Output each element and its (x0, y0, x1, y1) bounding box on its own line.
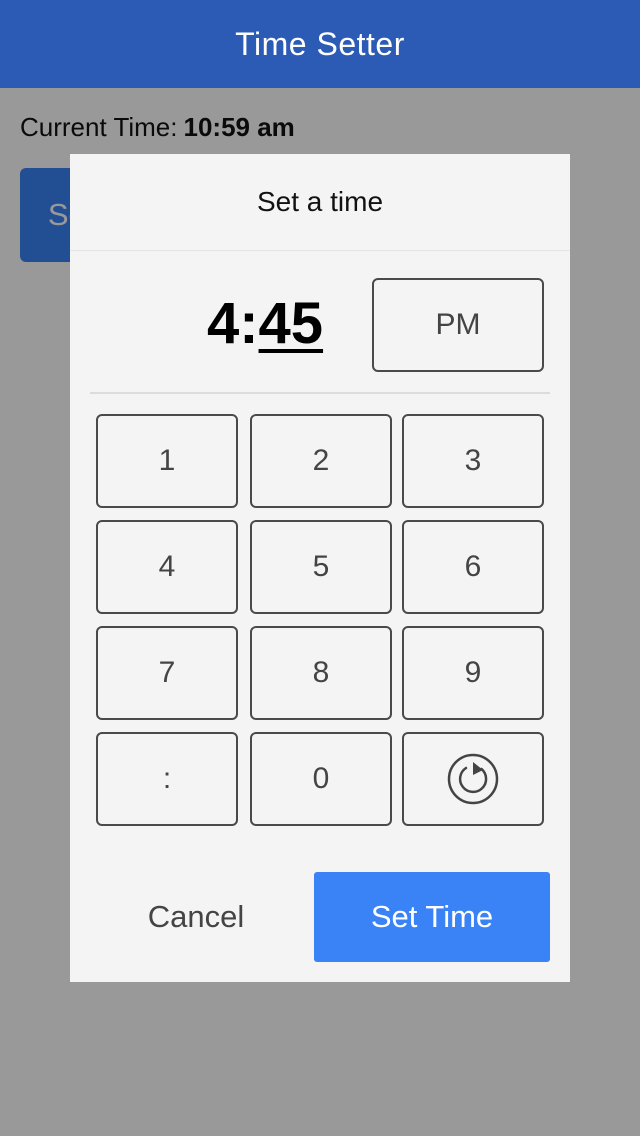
app-header: Time Setter (0, 0, 640, 88)
key-3[interactable]: 3 (402, 414, 544, 508)
set-time-dialog: Set a time 4:45 PM 1 2 3 4 5 6 7 8 9 : 0… (70, 154, 570, 982)
key-2[interactable]: 2 (250, 414, 392, 508)
key-6[interactable]: 6 (402, 520, 544, 614)
reset-icon (446, 752, 500, 806)
key-4[interactable]: 4 (96, 520, 238, 614)
cancel-button[interactable]: Cancel (102, 872, 290, 962)
key-5[interactable]: 5 (250, 520, 392, 614)
key-0[interactable]: 0 (250, 732, 392, 826)
divider (90, 392, 550, 394)
app-title: Time Setter (235, 25, 405, 62)
time-minutes[interactable]: 45 (259, 291, 324, 356)
time-display: 4:45 (170, 290, 360, 358)
reset-button[interactable] (402, 732, 544, 826)
am-pm-toggle[interactable]: PM (372, 278, 544, 372)
confirm-set-time-button[interactable]: Set Time (314, 872, 550, 962)
key-colon[interactable]: : (96, 732, 238, 826)
time-separator: : (239, 291, 259, 356)
key-7[interactable]: 7 (96, 626, 238, 720)
dialog-header: Set a time (70, 154, 570, 251)
time-hours: 4 (206, 291, 240, 356)
keypad: 1 2 3 4 5 6 7 8 9 : 0 (96, 414, 544, 826)
dialog-title: Set a time (256, 186, 384, 217)
key-9[interactable]: 9 (402, 626, 544, 720)
key-8[interactable]: 8 (250, 626, 392, 720)
key-1[interactable]: 1 (96, 414, 238, 508)
